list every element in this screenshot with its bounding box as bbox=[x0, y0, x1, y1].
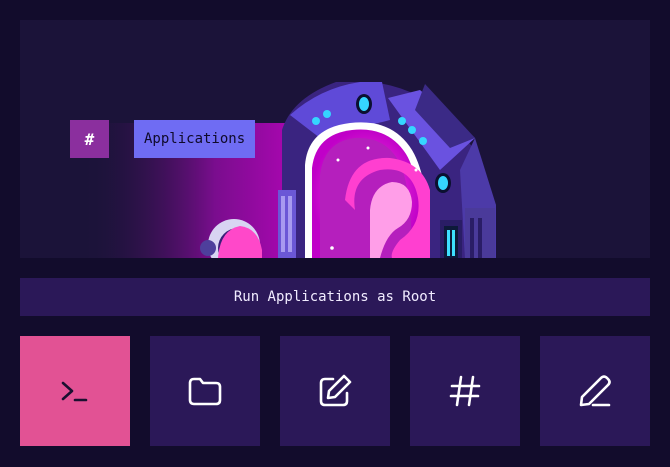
section-label: Applications bbox=[134, 120, 256, 158]
folder-button[interactable] bbox=[150, 336, 260, 446]
terminal-icon bbox=[61, 381, 88, 402]
pencil-button[interactable] bbox=[540, 336, 650, 446]
pencil-icon bbox=[579, 375, 611, 407]
section-badge: # Applications bbox=[70, 120, 256, 158]
terminal-button[interactable] bbox=[20, 336, 130, 446]
hero-banner: # Applications bbox=[20, 20, 650, 258]
hash-button[interactable] bbox=[410, 336, 520, 446]
hash-icon bbox=[449, 375, 481, 407]
page-title: Run Applications as Root bbox=[20, 278, 650, 316]
edit-button[interactable] bbox=[280, 336, 390, 446]
folder-icon bbox=[188, 377, 222, 406]
hash-badge-icon: # bbox=[70, 120, 109, 158]
edit-icon bbox=[319, 374, 352, 407]
